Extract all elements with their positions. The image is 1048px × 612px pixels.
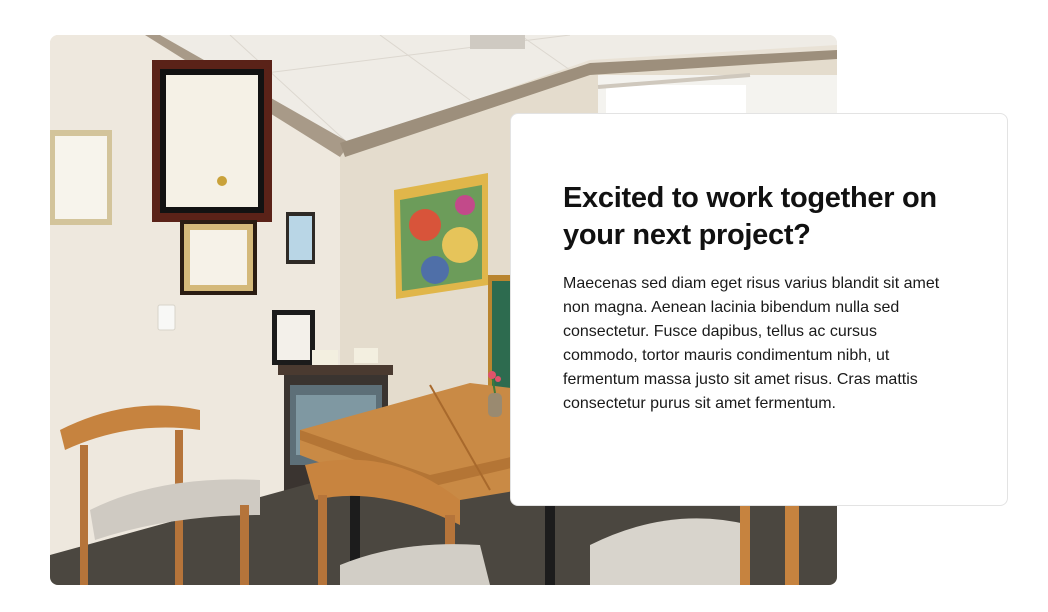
cta-body: Maecenas sed diam eget risus varius blan… [563, 275, 940, 412]
feature-section: Excited to work together on your next pr… [0, 0, 1048, 612]
cta-heading: Excited to work together on your next pr… [563, 182, 937, 251]
cta-card: Excited to work together on your next pr… [510, 113, 1008, 506]
